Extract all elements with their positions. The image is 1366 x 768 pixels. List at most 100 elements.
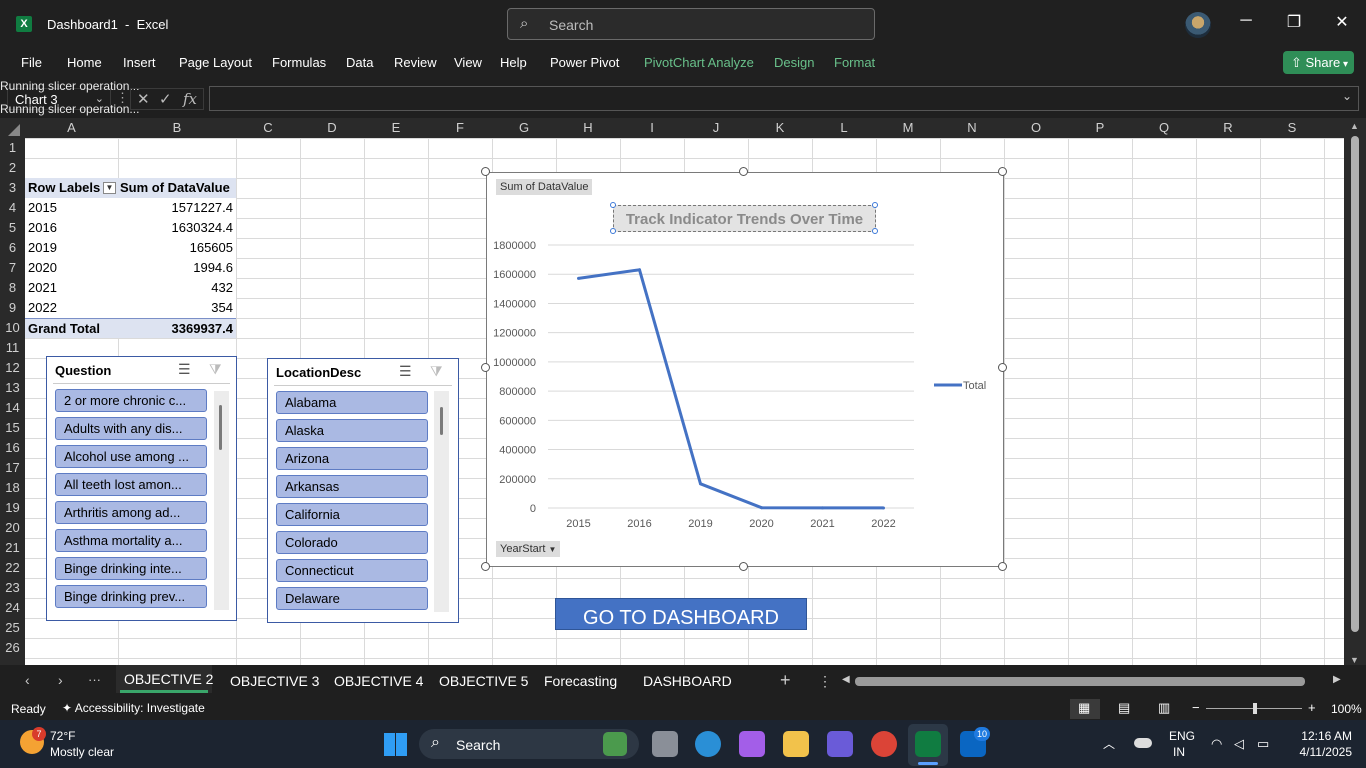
row-header[interactable]: 9 <box>0 298 25 318</box>
row-header[interactable]: 25 <box>0 618 25 638</box>
excel-taskbar-icon[interactable] <box>915 731 941 757</box>
pivot-row-labels-header[interactable]: Row Labels ▼ <box>25 178 118 198</box>
vertical-scroll-thumb[interactable] <box>1351 136 1359 632</box>
tab-data[interactable]: Data <box>346 55 373 70</box>
row-header[interactable]: 16 <box>0 438 25 458</box>
row-header[interactable]: 8 <box>0 278 25 298</box>
multi-select-icon[interactable]: ☰ <box>178 361 191 378</box>
column-header[interactable]: C <box>236 118 300 138</box>
prev-sheet-icon[interactable]: ‹ <box>25 672 30 688</box>
horizontal-scroll-thumb[interactable] <box>855 677 1305 686</box>
task-view-icon[interactable] <box>652 731 678 757</box>
row-header[interactable]: 11 <box>0 338 25 358</box>
column-header[interactable]: A <box>25 118 118 138</box>
chrome-icon[interactable] <box>871 731 897 757</box>
tab-format[interactable]: Format <box>834 55 875 70</box>
share-button[interactable]: ⇧ Share ▾ <box>1283 51 1354 74</box>
slicer-item[interactable]: Alaska <box>276 419 428 442</box>
slicer-location[interactable]: LocationDesc ☰ ⧩ Alabama Alaska Arizona Ark… <box>267 358 459 623</box>
column-header[interactable]: L <box>812 118 876 138</box>
column-header[interactable]: D <box>300 118 364 138</box>
pivot-row-value[interactable]: 1571227.4 <box>118 198 236 218</box>
slicer-item[interactable]: Connecticut <box>276 559 428 582</box>
resize-handle[interactable] <box>998 363 1007 372</box>
slicer-item[interactable]: Alcohol use among ... <box>55 445 207 468</box>
scroll-down-icon[interactable]: ▼ <box>1350 655 1359 665</box>
sheet-tab-objective-5[interactable]: OBJECTIVE 5 <box>439 673 528 689</box>
sheet-tab-objective-2[interactable]: OBJECTIVE 2 <box>124 671 213 687</box>
pivot-row-value[interactable]: 1630324.4 <box>118 218 236 238</box>
language-primary[interactable]: ENG <box>1169 729 1195 743</box>
row-header[interactable]: 21 <box>0 538 25 558</box>
series-point[interactable] <box>577 276 580 280</box>
pivot-row-label[interactable]: 2016 <box>25 218 118 238</box>
language-secondary[interactable]: IN <box>1173 745 1185 759</box>
slicer-question[interactable]: Question ☰ ⧩ 2 or more chronic c... Adult… <box>46 356 237 621</box>
select-all-corner[interactable] <box>8 124 20 136</box>
resize-handle[interactable] <box>739 562 748 571</box>
row-header[interactable]: 7 <box>0 258 25 278</box>
taskbar-search[interactable]: ⌕ Search <box>419 729 639 759</box>
m365-icon[interactable] <box>827 731 853 757</box>
column-header[interactable]: M <box>876 118 940 138</box>
axis-field-button[interactable]: YearStart ▼ <box>496 541 561 557</box>
series-point[interactable] <box>760 506 763 510</box>
series-line[interactable] <box>578 268 884 510</box>
pivot-row-label[interactable]: 2022 <box>25 298 118 318</box>
row-header[interactable]: 6 <box>0 238 25 258</box>
column-header[interactable]: E <box>364 118 428 138</box>
edge-icon[interactable] <box>695 731 721 757</box>
column-header[interactable]: Q <box>1132 118 1196 138</box>
page-break-view-icon[interactable]: ▥ <box>1158 700 1170 716</box>
row-header[interactable]: 3 <box>0 178 25 198</box>
pivot-row-value[interactable]: 165605 <box>118 238 236 258</box>
title-handle[interactable] <box>872 228 878 234</box>
insert-function-icon[interactable]: fx <box>183 90 197 108</box>
row-header[interactable]: 20 <box>0 518 25 538</box>
formula-input[interactable]: ⌄ <box>209 86 1359 111</box>
cancel-icon[interactable]: ✕ <box>137 90 150 108</box>
row-header[interactable]: 23 <box>0 578 25 598</box>
pivot-row-label[interactable]: 2015 <box>25 198 118 218</box>
slicer-item[interactable]: Asthma mortality a... <box>55 529 207 552</box>
series-point[interactable] <box>638 268 641 272</box>
slicer-item[interactable]: All teeth lost amon... <box>55 473 207 496</box>
maximize-button[interactable]: ❐ <box>1279 12 1309 32</box>
slicer-item[interactable]: Delaware <box>276 587 428 610</box>
legend-label[interactable]: Total <box>963 380 986 392</box>
column-header[interactable]: B <box>118 118 236 138</box>
zoom-out-icon[interactable]: − <box>1192 700 1200 715</box>
row-header[interactable]: 19 <box>0 498 25 518</box>
resize-handle[interactable] <box>998 562 1007 571</box>
avatar[interactable] <box>1185 12 1211 38</box>
column-header[interactable]: K <box>748 118 812 138</box>
sheet-tab-dashboard[interactable]: DASHBOARD <box>643 673 732 689</box>
tab-file[interactable]: File <box>21 55 42 70</box>
row-header[interactable]: 26 <box>0 638 25 658</box>
pivot-row-value[interactable]: 1994.6 <box>118 258 236 278</box>
tab-view[interactable]: View <box>454 55 482 70</box>
row-header[interactable]: 14 <box>0 398 25 418</box>
scroll-right-icon[interactable]: ▶ <box>1333 674 1341 685</box>
slicer-item[interactable]: Adults with any dis... <box>55 417 207 440</box>
resize-handle[interactable] <box>998 167 1007 176</box>
tab-review[interactable]: Review <box>394 55 437 70</box>
weather-temp[interactable]: 72°F <box>50 729 75 743</box>
title-handle[interactable] <box>610 228 616 234</box>
resize-handle[interactable] <box>739 167 748 176</box>
sheet-tab-forecasting[interactable]: Forecasting <box>544 673 617 689</box>
clear-filter-icon[interactable]: ⧩ <box>430 363 443 380</box>
zoom-level[interactable]: 100% <box>1331 702 1362 716</box>
add-sheet-button[interactable]: + <box>780 670 791 691</box>
row-header[interactable]: 5 <box>0 218 25 238</box>
row-header[interactable]: 18 <box>0 478 25 498</box>
column-header[interactable]: I <box>620 118 684 138</box>
row-header[interactable]: 4 <box>0 198 25 218</box>
slicer-item[interactable]: California <box>276 503 428 526</box>
pivot-row-label[interactable]: 2019 <box>25 238 118 258</box>
column-header[interactable]: G <box>492 118 556 138</box>
resize-handle[interactable] <box>481 562 490 571</box>
series-point[interactable] <box>882 506 885 510</box>
row-header[interactable]: 13 <box>0 378 25 398</box>
tab-formulas[interactable]: Formulas <box>272 55 326 70</box>
